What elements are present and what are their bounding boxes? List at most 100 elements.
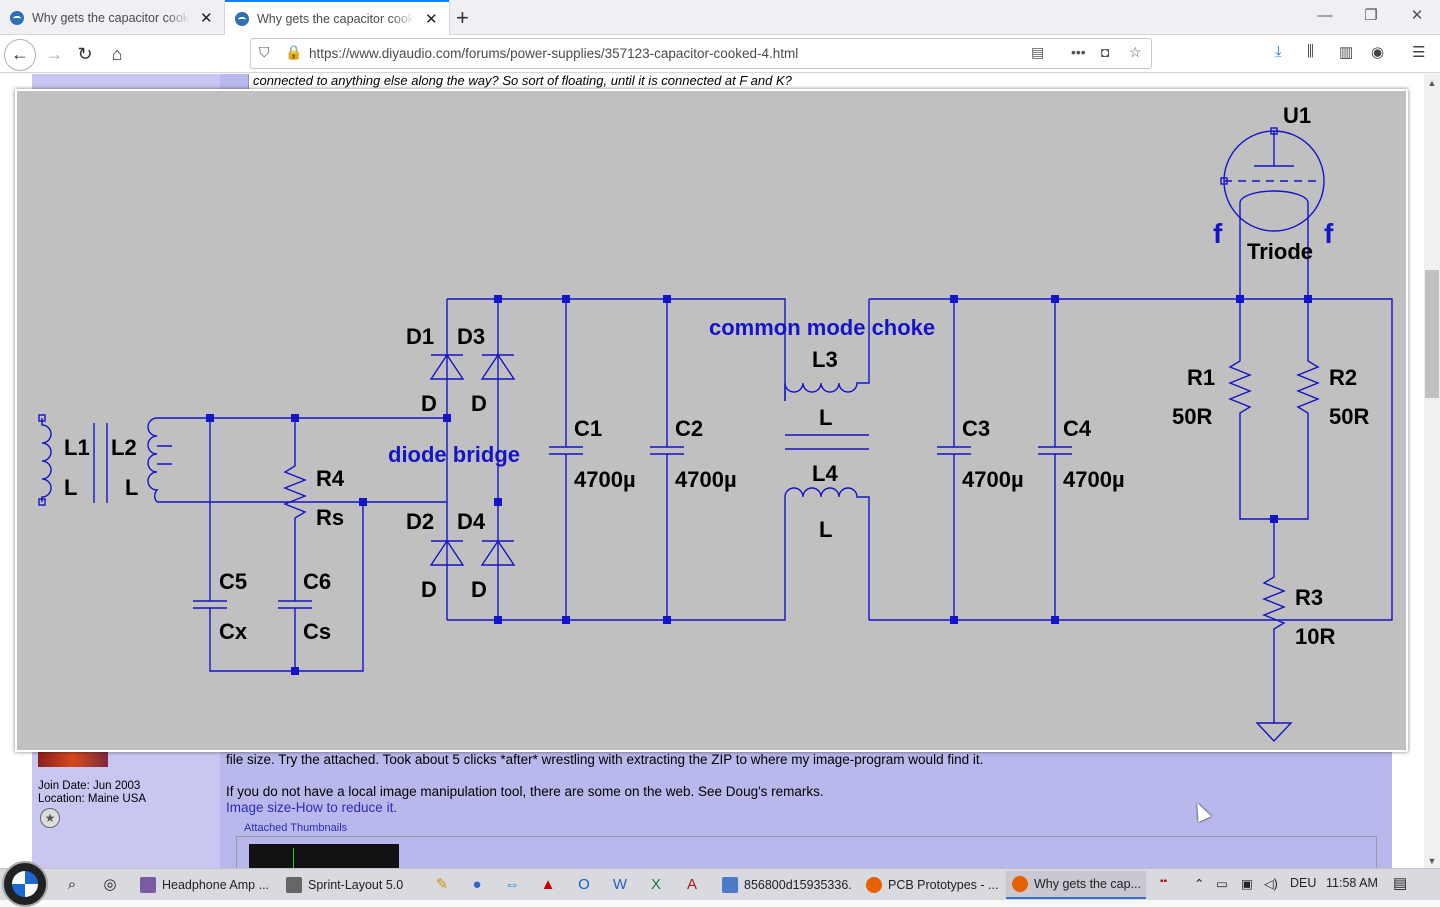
- l1-label: L1: [64, 435, 90, 460]
- c2-wire: [650, 299, 684, 620]
- tab-title: Why gets the capacitor cooked: [257, 11, 415, 26]
- library-icon[interactable]: ⫼: [1307, 43, 1314, 60]
- battery-icon[interactable]: ▭: [1216, 876, 1228, 891]
- c4-label: C4: [1063, 416, 1092, 441]
- bookmark-star-icon[interactable]: ☆: [1129, 44, 1142, 61]
- account-icon[interactable]: ◉: [1371, 43, 1384, 61]
- url-bar[interactable]: ⛉ 🔒 https://www.diyaudio.com/forums/powe…: [250, 38, 1152, 69]
- r1-r2-wire: [1228, 299, 1320, 520]
- taskbar-app-sprint-layout[interactable]: Sprint-Layout 5.0: [280, 871, 420, 899]
- forward-arrow-icon[interactable]: →: [40, 41, 68, 69]
- c6-value: Cs: [303, 619, 331, 644]
- taskbar-app-image-viewer[interactable]: 856800d15935336...: [716, 871, 852, 899]
- close-tab-icon[interactable]: ✕: [200, 9, 213, 27]
- minimize-icon[interactable]: —: [1302, 0, 1348, 32]
- schematic-svg: U1 Triode f f L1 L L2 L R4 Rs C5 Cx C6 C…: [38, 103, 1393, 743]
- c1-wire: [549, 299, 583, 620]
- join-date: Join Date: Jun 2003: [38, 780, 141, 792]
- downloads-icon[interactable]: ⤓: [1275, 43, 1282, 60]
- tray-app-icon[interactable]: ▪▪: [1160, 876, 1167, 887]
- volume-icon[interactable]: ◁): [1264, 876, 1278, 891]
- vertical-scrollbar[interactable]: [1424, 74, 1440, 868]
- taskbar-app-label: Headphone Amp ...: [162, 878, 270, 892]
- page-actions-icon[interactable]: •••: [1071, 44, 1086, 60]
- shield-icon[interactable]: ⛉: [259, 44, 270, 61]
- schematic-image-overlay[interactable]: U1 Triode f f L1 L L2 L R4 Rs C5 Cx C6 C…: [15, 89, 1408, 752]
- show-hidden-icons-icon[interactable]: ⌃: [1194, 876, 1204, 891]
- r4-label: R4: [316, 466, 345, 491]
- r1-value: 50R: [1172, 404, 1212, 429]
- new-tab-plus-icon[interactable]: +: [456, 5, 469, 31]
- d1-label: D1: [406, 324, 434, 349]
- reputation-star-icon[interactable]: ★: [40, 808, 60, 828]
- r3-label: R3: [1295, 585, 1323, 610]
- acrobat-icon[interactable]: ▲: [538, 875, 558, 895]
- c5-label: C5: [219, 569, 247, 594]
- c1-label: C1: [574, 416, 602, 441]
- teamviewer-icon[interactable]: ⇔: [502, 875, 522, 895]
- lock-icon[interactable]: 🔒: [285, 44, 302, 61]
- taskbar-app-why-gets-the-cap[interactable]: Why gets the cap...: [1006, 871, 1146, 899]
- notifications-icon[interactable]: ▤: [1393, 874, 1407, 892]
- d3-label: D3: [457, 324, 485, 349]
- junction-dot: [1051, 295, 1059, 303]
- tool-icon[interactable]: ✎: [432, 875, 452, 895]
- l1-value: L: [64, 475, 77, 500]
- start-button-logo-icon[interactable]: [2, 861, 48, 907]
- reader-view-icon[interactable]: ▤: [1031, 44, 1044, 61]
- restore-icon[interactable]: ❐: [1348, 0, 1394, 32]
- app-icon: [722, 877, 738, 893]
- taskbar-app-label: 856800d15935336...: [744, 878, 852, 892]
- close-tab-icon[interactable]: ✕: [425, 10, 438, 28]
- tab-title: Why gets the capacitor cooked: [32, 10, 190, 25]
- word-icon[interactable]: W: [610, 875, 630, 895]
- r3-value: 10R: [1295, 624, 1335, 649]
- c6-label: C6: [303, 569, 331, 594]
- url-text[interactable]: https://www.diyaudio.com/forums/power-su…: [309, 46, 798, 61]
- f-right-label: f: [1324, 218, 1334, 249]
- search-icon[interactable]: ⌕: [62, 875, 82, 895]
- junction-dot: [494, 295, 502, 303]
- back-arrow-icon[interactable]: ←: [4, 39, 36, 71]
- l4-value: L: [819, 517, 832, 542]
- steam-icon[interactable]: ◎: [100, 875, 120, 895]
- excel-icon[interactable]: X: [646, 875, 666, 895]
- language-indicator[interactable]: DEU: [1290, 876, 1316, 890]
- network-icon[interactable]: ▣: [1241, 876, 1253, 891]
- pocket-icon[interactable]: ◘: [1101, 44, 1109, 60]
- scroll-up-arrow-icon[interactable]: ▲: [1424, 78, 1440, 88]
- taskbar-app-pcb-prototypes[interactable]: PCB Prototypes - ...: [860, 871, 1000, 899]
- firefox-icon: [1012, 876, 1028, 892]
- c4-wire: [1038, 299, 1072, 620]
- d2-label: D2: [406, 509, 434, 534]
- thumbnail-image[interactable]: [249, 844, 399, 868]
- taskbar: ⌕ ◎ Headphone Amp ... Sprint-Layout 5.0 …: [0, 861, 1440, 907]
- junction-dot: [291, 667, 299, 675]
- taskbar-app-label: Why gets the cap...: [1034, 877, 1141, 891]
- l4-coil: [784, 487, 870, 620]
- attached-thumbnails-box: [236, 836, 1377, 868]
- scroll-down-arrow-icon[interactable]: ▼: [1424, 856, 1440, 866]
- globe-icon[interactable]: ●: [467, 875, 487, 895]
- scrollbar-thumb[interactable]: [1425, 270, 1439, 398]
- junction-dot: [1051, 616, 1059, 624]
- tab-1[interactable]: Why gets the capacitor cooked ✕: [0, 0, 224, 35]
- reload-icon[interactable]: ↻: [71, 41, 99, 69]
- clock[interactable]: 11:58 AM: [1326, 876, 1378, 890]
- taskbar-app-label: Sprint-Layout 5.0: [308, 878, 404, 892]
- taskbar-app-headphone-amp[interactable]: Headphone Amp ...: [134, 871, 274, 899]
- menu-hamburger-icon[interactable]: ☰: [1412, 43, 1425, 61]
- c2-value: 4700µ: [675, 467, 737, 492]
- outlook-icon[interactable]: O: [574, 875, 594, 895]
- access-icon[interactable]: A: [682, 875, 702, 895]
- r2-label: R2: [1329, 365, 1357, 390]
- junction-dot: [206, 414, 214, 422]
- home-icon[interactable]: ⌂: [103, 41, 131, 69]
- triode-label: Triode: [1247, 239, 1313, 264]
- firefox-icon: [866, 877, 882, 893]
- junction-dot: [1304, 295, 1312, 303]
- close-window-icon[interactable]: ✕: [1394, 0, 1440, 32]
- tab-2-active[interactable]: Why gets the capacitor cooked ✕: [225, 0, 449, 35]
- image-size-link[interactable]: Image size-How to reduce it.: [226, 800, 397, 815]
- sidebar-icon[interactable]: ▥: [1339, 43, 1353, 61]
